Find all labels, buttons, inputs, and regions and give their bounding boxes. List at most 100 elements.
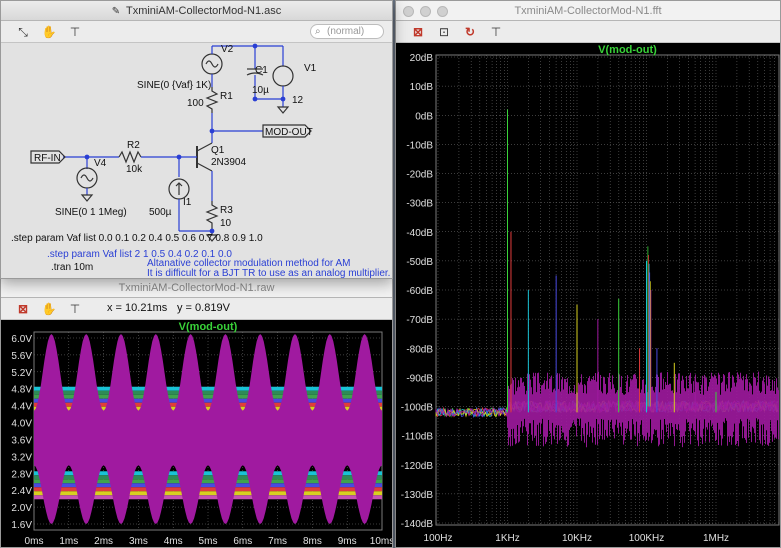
- zoom-out-icon[interactable]: ⊡: [436, 24, 452, 40]
- fft-y-tick: -80dB: [406, 344, 433, 355]
- c1-value: 10µ: [252, 85, 269, 96]
- raw-y-tick: 4.0V: [11, 419, 32, 430]
- raw-titlebar[interactable]: TxminiAM-CollectorMod-N1.raw: [1, 278, 392, 298]
- fft-titlebar[interactable]: TxminiAM-CollectorMod-N1.fft: [396, 1, 780, 21]
- cursor-y-readout: y = 0.819V: [177, 302, 230, 314]
- v4-label: V4: [94, 158, 107, 169]
- schematic-titlebar[interactable]: ✎ TxminiAM-CollectorMod-N1.asc: [1, 1, 392, 21]
- fft-trace[interactable]: [507, 371, 779, 448]
- minimize-button[interactable]: [420, 6, 431, 17]
- fft-y-tick: -20dB: [406, 170, 433, 181]
- r3-value: 10: [220, 218, 232, 229]
- zoom-area-icon[interactable]: ⊠: [410, 24, 426, 40]
- fft-toolbar: ⊠ ⊡ ↻ ⊤: [396, 21, 780, 43]
- zoom-area-icon[interactable]: ⊠: [15, 301, 31, 317]
- fft-x-tick: 10KHz: [562, 533, 592, 544]
- r1-value: 100: [187, 98, 204, 109]
- ground-symbol-v1: [276, 106, 290, 114]
- raw-plot-svg: V(mod-out) 6.0V 5.6V 5.2V 4.8V 4.4V 4.0V 3.6V 3.…: [11, 321, 393, 547]
- raw-trace-name[interactable]: V(mod-out): [179, 321, 238, 333]
- raw-y-tick: 2.4V: [11, 486, 32, 497]
- r2-label: R2: [127, 140, 140, 151]
- q1-label: Q1: [211, 145, 225, 156]
- tran-directive[interactable]: .tran 10m: [51, 262, 93, 273]
- fft-y-tick: -110dB: [401, 432, 433, 443]
- fft-x-tick: 100Hz: [424, 533, 453, 544]
- probe-icon[interactable]: ⊤: [67, 24, 83, 40]
- close-button[interactable]: [403, 6, 414, 17]
- fft-y-tick: -100dB: [401, 403, 434, 414]
- fft-y-tick: -60dB: [406, 286, 433, 297]
- raw-x-tick: 6ms: [233, 536, 252, 547]
- r2-resistor[interactable]: [118, 150, 142, 164]
- raw-y-tick: 2.0V: [11, 503, 32, 514]
- i1-value: 500µ: [149, 207, 172, 218]
- v1-source-symbol[interactable]: [272, 65, 294, 87]
- wire-tool-icon[interactable]: ⤡: [15, 24, 31, 40]
- raw-y-tick: 3.2V: [11, 452, 32, 463]
- raw-x-tick: 4ms: [164, 536, 183, 547]
- ground-symbol-v4: [80, 194, 94, 202]
- raw-x-tick: 3ms: [129, 536, 148, 547]
- q1-value: 2N3904: [211, 157, 246, 168]
- fft-y-tick: -90dB: [406, 373, 433, 384]
- schematic-toolbar: ⤡ ✋ ⊤ ⌕ (normal): [1, 21, 392, 43]
- search-placeholder: (normal): [327, 26, 365, 37]
- fft-y-tick: -120dB: [401, 461, 434, 472]
- fft-y-tick: 10dB: [410, 82, 434, 93]
- rf-in-label: RF-IN: [34, 153, 61, 164]
- fft-trace-name[interactable]: V(mod-out): [598, 44, 657, 56]
- schematic-title: TxminiAM-CollectorMod-N1.asc: [125, 5, 282, 17]
- autorange-icon[interactable]: ↻: [462, 24, 478, 40]
- fft-y-tick: -130dB: [401, 490, 434, 501]
- fft-y-tick: -40dB: [406, 228, 433, 239]
- v1-label: V1: [304, 63, 317, 74]
- raw-y-tick: 2.8V: [11, 469, 32, 480]
- v2-value: SINE(0 {Vaf} 1K): [137, 80, 211, 91]
- mod-out-label: MOD-OUT: [265, 127, 313, 138]
- raw-y-tick: 3.6V: [11, 435, 32, 446]
- raw-x-tick: 9ms: [338, 536, 357, 547]
- v2-label: V2: [221, 44, 234, 55]
- raw-x-tick: 10ms: [370, 536, 393, 547]
- raw-x-tick: 8ms: [303, 536, 322, 547]
- raw-y-tick: 5.6V: [11, 351, 32, 362]
- raw-y-tick: 4.4V: [11, 402, 32, 413]
- schematic-canvas[interactable]: V2 SINE(0 {Vaf} 1K) R1 100 C1 10µ V1 12 …: [1, 43, 392, 279]
- fft-plot[interactable]: V(mod-out) 20dB 10dB 0dB -10dB -20dB -30dB -40d…: [396, 43, 780, 547]
- raw-y-tick: 5.2V: [11, 368, 32, 379]
- probe-icon[interactable]: ⊤: [488, 24, 504, 40]
- raw-window: TxminiAM-CollectorMod-N1.raw ⊠ ✋ ⊤ x = 1…: [0, 277, 393, 548]
- fft-title: TxminiAM-CollectorMod-N1.fft: [514, 5, 662, 17]
- fft-y-tick: 0dB: [415, 111, 433, 122]
- raw-y-tick: 4.8V: [11, 385, 32, 396]
- raw-x-tick: 2ms: [94, 536, 113, 547]
- fft-y-tick: -30dB: [406, 199, 433, 210]
- search-icon: ⌕: [315, 26, 321, 37]
- window-controls[interactable]: [403, 6, 448, 17]
- probe-icon[interactable]: ⊤: [67, 301, 83, 317]
- raw-y-tick: 1.6V: [11, 520, 32, 531]
- fft-x-tick: 1KHz: [495, 533, 519, 544]
- cursor-x-readout: x = 10.21ms: [107, 302, 168, 314]
- fft-y-tick: -70dB: [406, 315, 433, 326]
- comment-line-2: It is difficult for a BJT TR to use as a…: [147, 268, 390, 279]
- pan-hand-icon[interactable]: ✋: [41, 301, 57, 317]
- raw-x-tick: 1ms: [59, 536, 78, 547]
- raw-toolbar: ⊠ ✋ ⊤ x = 10.21ms y = 0.819V: [1, 298, 392, 320]
- raw-x-tick: 5ms: [199, 536, 218, 547]
- fft-y-tick: -10dB: [406, 140, 433, 151]
- raw-title: TxminiAM-CollectorMod-N1.raw: [118, 282, 275, 294]
- zoom-button[interactable]: [437, 6, 448, 17]
- v4-value: SINE(0 1 1Meg): [55, 207, 127, 218]
- i1-label: I1: [183, 197, 192, 208]
- search-input[interactable]: ⌕ (normal): [310, 24, 384, 39]
- step-directive-1[interactable]: .step param Vaf list 0.0 0.1 0.2 0.4 0.5…: [11, 233, 263, 244]
- raw-plot[interactable]: V(mod-out) 6.0V 5.6V 5.2V 4.8V 4.4V 4.0V 3.6V 3.…: [1, 320, 393, 547]
- raw-x-tick: 7ms: [268, 536, 287, 547]
- r3-label: R3: [220, 205, 233, 216]
- schematic-window: ✎ TxminiAM-CollectorMod-N1.asc ⤡ ✋ ⊤ ⌕ (…: [0, 0, 393, 279]
- fft-y-tick: -140dB: [401, 519, 434, 530]
- fft-y-tick: 20dB: [410, 53, 434, 64]
- pan-hand-icon[interactable]: ✋: [41, 24, 57, 40]
